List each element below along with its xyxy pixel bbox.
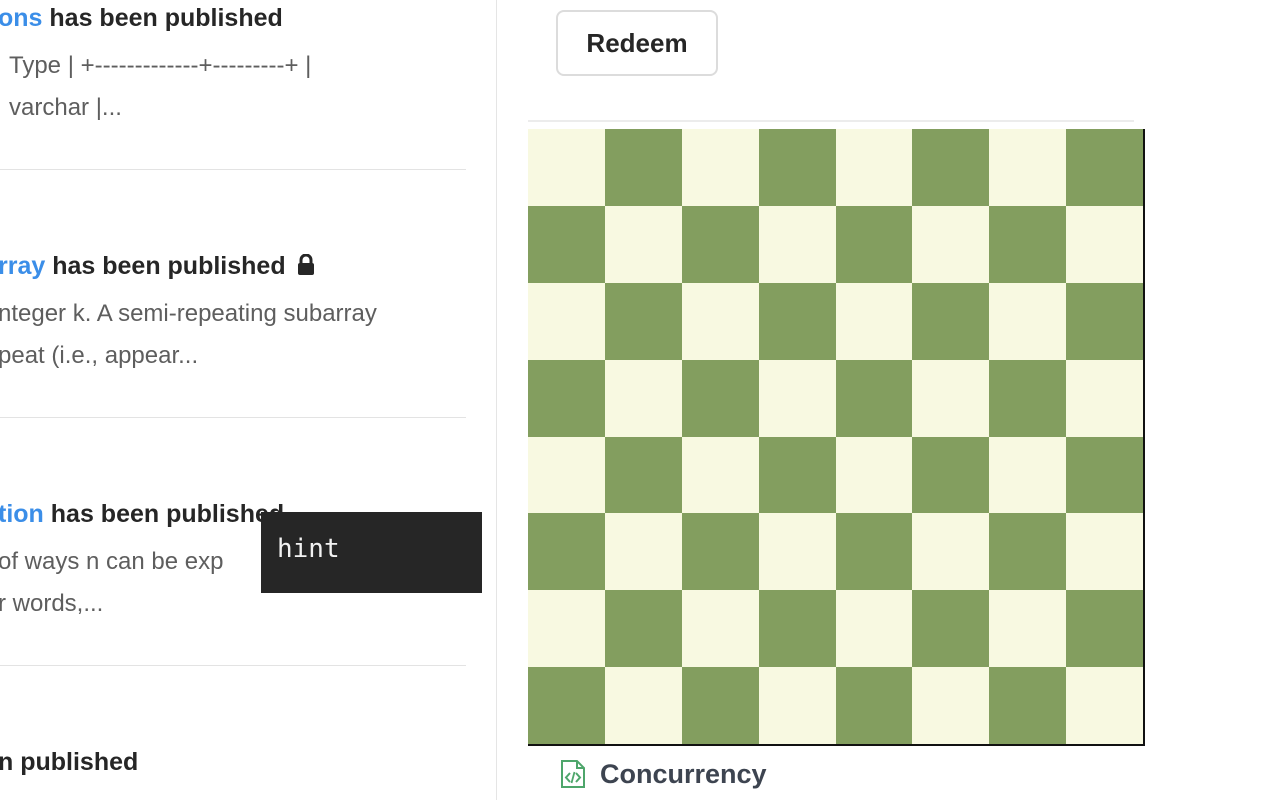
chessboard-square bbox=[1066, 359, 1143, 437]
chessboard-square bbox=[912, 205, 990, 283]
hint-tooltip: hint bbox=[261, 512, 482, 593]
chessboard-square bbox=[835, 436, 913, 514]
chessboard-image bbox=[528, 129, 1145, 746]
feed-divider bbox=[0, 417, 466, 418]
chessboard-square bbox=[604, 590, 682, 668]
chessboard-square bbox=[1066, 436, 1143, 514]
chessboard-square bbox=[758, 282, 836, 360]
chessboard-square bbox=[681, 667, 759, 744]
chessboard-square bbox=[835, 590, 913, 668]
code-file-icon bbox=[561, 760, 585, 788]
chessboard-square bbox=[1066, 590, 1143, 668]
chessboard-square bbox=[604, 282, 682, 360]
chessboard-square bbox=[835, 205, 913, 283]
chessboard-square bbox=[912, 129, 990, 206]
chessboard-square bbox=[835, 129, 913, 206]
feed-item-status: has been published bbox=[49, 4, 283, 32]
chessboard-square bbox=[835, 667, 913, 744]
chessboard-square bbox=[989, 513, 1067, 591]
chessboard-square bbox=[989, 667, 1067, 744]
chessboard-square bbox=[989, 129, 1067, 206]
redeem-button[interactable]: Redeem bbox=[556, 10, 718, 76]
chessboard-square bbox=[1066, 129, 1143, 206]
chessboard-square bbox=[681, 590, 759, 668]
description-line: varchar |... bbox=[9, 94, 122, 121]
description-line: r words,... bbox=[0, 590, 104, 617]
chessboard-square bbox=[989, 436, 1067, 514]
feed-item-title: tion has been published bbox=[0, 500, 284, 529]
feed-item-description: of ways n can be exp r words,... bbox=[0, 541, 223, 625]
feed-item-status: n published bbox=[0, 748, 139, 776]
chessboard-square bbox=[758, 205, 836, 283]
description-line: Type | +-------------+---------+ | bbox=[9, 52, 312, 79]
chessboard-square bbox=[604, 513, 682, 591]
chessboard-square bbox=[758, 129, 836, 206]
lock-icon bbox=[297, 254, 314, 275]
chessboard-square bbox=[912, 359, 990, 437]
chessboard-square bbox=[835, 282, 913, 360]
chessboard-square bbox=[989, 282, 1067, 360]
description-line: nteger k. A semi-repeating subarray bbox=[0, 300, 377, 327]
chessboard-square bbox=[758, 667, 836, 744]
problem-link[interactable]: ons bbox=[0, 4, 42, 32]
category-tag[interactable]: Concurrency bbox=[560, 756, 767, 792]
page: ons has been published Type | +---------… bbox=[0, 0, 1280, 800]
right-panel: Redeem Concurrency bbox=[498, 0, 1280, 800]
chessboard-square bbox=[1066, 513, 1143, 591]
chessboard-square bbox=[912, 667, 990, 744]
description-line: of ways n can be exp bbox=[0, 548, 224, 575]
chessboard-square bbox=[758, 513, 836, 591]
chessboard-square bbox=[835, 513, 913, 591]
chessboard-square bbox=[681, 129, 759, 206]
feed-item-description: nteger k. A semi-repeating subarray peat… bbox=[0, 293, 377, 377]
chessboard-square bbox=[528, 513, 605, 591]
chessboard-square bbox=[989, 590, 1067, 668]
chessboard-square bbox=[528, 590, 605, 668]
description-line: peat (i.e., appear... bbox=[0, 342, 199, 369]
section-divider bbox=[528, 120, 1134, 122]
feed-item-title: ons has been published bbox=[0, 4, 283, 33]
chessboard-square bbox=[912, 282, 990, 360]
chessboard-square bbox=[758, 436, 836, 514]
chessboard-square bbox=[989, 205, 1067, 283]
tooltip-text: hint bbox=[277, 534, 340, 564]
chessboard-square bbox=[681, 436, 759, 514]
feed-item-status: has been published bbox=[52, 252, 286, 280]
chessboard-square bbox=[912, 513, 990, 591]
chessboard-square bbox=[528, 436, 605, 514]
chessboard-square bbox=[835, 359, 913, 437]
chessboard-square bbox=[604, 359, 682, 437]
feed-item-description: Type | +-------------+---------+ | varch… bbox=[9, 45, 311, 129]
chessboard-square bbox=[528, 205, 605, 283]
chessboard-square bbox=[604, 205, 682, 283]
category-label: Concurrency bbox=[600, 758, 767, 789]
chessboard-square bbox=[528, 282, 605, 360]
chessboard-square bbox=[1066, 282, 1143, 360]
chessboard-square bbox=[1066, 205, 1143, 283]
chessboard-square bbox=[681, 513, 759, 591]
chessboard-square bbox=[604, 436, 682, 514]
feed-item-status: has been published bbox=[50, 500, 285, 528]
problem-link[interactable]: rray bbox=[0, 252, 45, 280]
chessboard-square bbox=[681, 282, 759, 360]
chessboard-square bbox=[528, 359, 605, 437]
publication-feed: ons has been published Type | +---------… bbox=[0, 0, 497, 800]
chessboard-square bbox=[528, 667, 605, 744]
chessboard-square bbox=[604, 129, 682, 206]
chessboard-square bbox=[1066, 667, 1143, 744]
chessboard-square bbox=[528, 129, 605, 206]
chessboard-square bbox=[912, 436, 990, 514]
chessboard-square bbox=[758, 359, 836, 437]
problem-link[interactable]: tion bbox=[0, 500, 44, 528]
feed-divider bbox=[0, 665, 466, 666]
chessboard-square bbox=[912, 590, 990, 668]
feed-item-title: n published bbox=[0, 748, 138, 777]
feed-item-title: rray has been published bbox=[0, 252, 315, 281]
chessboard-square bbox=[989, 359, 1067, 437]
chessboard-square bbox=[681, 359, 759, 437]
chessboard-square bbox=[758, 590, 836, 668]
feed-divider bbox=[0, 169, 466, 170]
chessboard-square bbox=[681, 205, 759, 283]
chessboard-square bbox=[604, 667, 682, 744]
